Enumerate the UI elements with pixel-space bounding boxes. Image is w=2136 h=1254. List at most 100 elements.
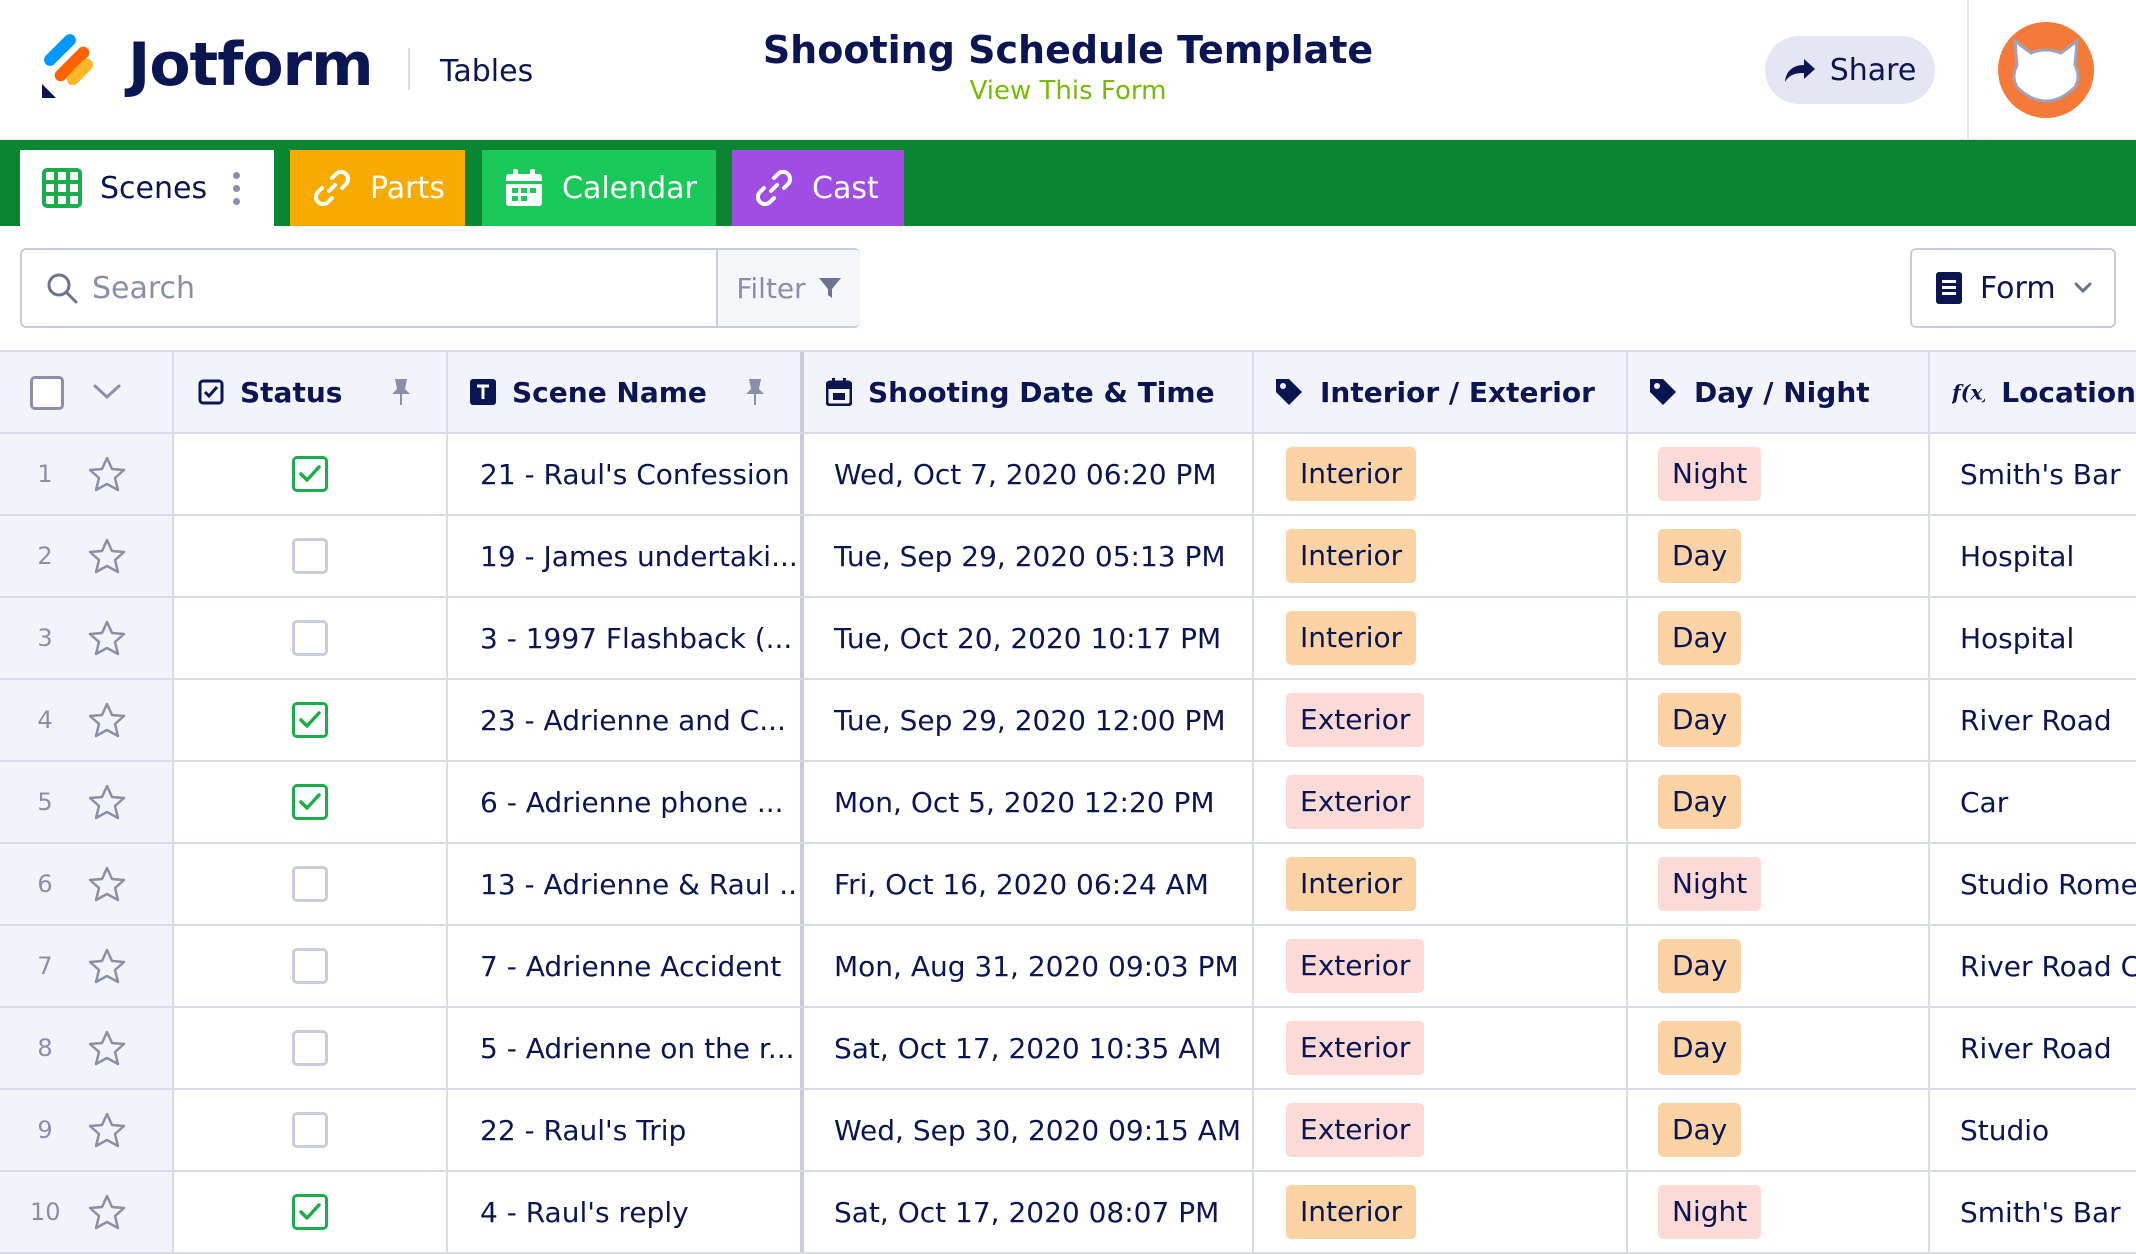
tab-cast[interactable]: Cast <box>732 150 904 226</box>
table-row[interactable]: 9 22 - Raul's Trip Wed, Sep 30, 2020 09:… <box>0 1090 2136 1172</box>
status-checkbox[interactable] <box>292 538 328 574</box>
table-row[interactable]: 10 4 - Raul's reply Sat, Oct 17, 2020 08… <box>0 1172 2136 1254</box>
location-cell[interactable]: Studio Rome <box>1930 844 2136 924</box>
status-checkbox[interactable] <box>292 1030 328 1066</box>
column-header-interior-exterior[interactable]: Interior / Exterior <box>1254 352 1628 432</box>
location-cell[interactable]: Studio <box>1930 1090 2136 1170</box>
scene-name-cell[interactable]: 21 - Raul's Confession <box>448 434 804 514</box>
location-cell[interactable]: River Road Cc <box>1930 926 2136 1006</box>
shooting-date-cell[interactable]: Sat, Oct 17, 2020 10:35 AM <box>804 1008 1254 1088</box>
day-night-cell[interactable]: Night <box>1628 1172 1930 1252</box>
filter-button[interactable]: Filter <box>716 250 860 326</box>
search-input[interactable] <box>92 252 722 324</box>
brand-name[interactable]: Jotform <box>128 30 374 100</box>
day-night-cell[interactable]: Day <box>1628 1008 1930 1088</box>
shooting-date-cell[interactable]: Mon, Oct 5, 2020 12:20 PM <box>804 762 1254 842</box>
status-checkbox[interactable] <box>292 1194 328 1230</box>
day-night-cell[interactable]: Day <box>1628 762 1930 842</box>
share-button[interactable]: Share <box>1765 36 1935 104</box>
scene-name-cell[interactable]: 19 - James undertaki... <box>448 516 804 596</box>
tab-options-icon[interactable] <box>233 171 241 205</box>
table-row[interactable]: 3 3 - 1997 Flashback (... Tue, Oct 20, 2… <box>0 598 2136 680</box>
interior-exterior-cell[interactable]: Interior <box>1254 516 1628 596</box>
day-night-cell[interactable]: Day <box>1628 680 1930 760</box>
form-view-button[interactable]: Form <box>1910 248 2116 328</box>
day-night-cell[interactable]: Day <box>1628 598 1930 678</box>
interior-exterior-cell[interactable]: Exterior <box>1254 1090 1628 1170</box>
table-row[interactable]: 8 5 - Adrienne on the r... Sat, Oct 17, … <box>0 1008 2136 1090</box>
shooting-date-cell[interactable]: Tue, Sep 29, 2020 12:00 PM <box>804 680 1254 760</box>
pin-icon[interactable] <box>390 378 412 406</box>
interior-exterior-cell[interactable]: Exterior <box>1254 1008 1628 1088</box>
location-cell[interactable]: Hospital <box>1930 598 2136 678</box>
select-all-checkbox[interactable] <box>30 376 64 410</box>
day-night-cell[interactable]: Night <box>1628 844 1930 924</box>
chevron-down-icon[interactable] <box>92 382 122 402</box>
shooting-date-cell[interactable]: Wed, Sep 30, 2020 09:15 AM <box>804 1090 1254 1170</box>
shooting-date-cell[interactable]: Mon, Aug 31, 2020 09:03 PM <box>804 926 1254 1006</box>
location-cell[interactable]: Hospital <box>1930 516 2136 596</box>
star-icon[interactable] <box>88 866 126 902</box>
status-checkbox[interactable] <box>292 620 328 656</box>
scene-name-cell[interactable]: 22 - Raul's Trip <box>448 1090 804 1170</box>
table-row[interactable]: 5 6 - Adrienne phone ... Mon, Oct 5, 202… <box>0 762 2136 844</box>
star-icon[interactable] <box>88 538 126 574</box>
star-icon[interactable] <box>88 1194 126 1230</box>
interior-exterior-cell[interactable]: Exterior <box>1254 680 1628 760</box>
table-row[interactable]: 2 19 - James undertaki... Tue, Sep 29, 2… <box>0 516 2136 598</box>
scene-name-cell[interactable]: 5 - Adrienne on the r... <box>448 1008 804 1088</box>
column-header-day-night[interactable]: Day / Night <box>1628 352 1930 432</box>
star-icon[interactable] <box>88 1030 126 1066</box>
tab-calendar[interactable]: Calendar <box>482 150 716 226</box>
scene-name-cell[interactable]: 7 - Adrienne Accident <box>448 926 804 1006</box>
location-cell[interactable]: River Road <box>1930 680 2136 760</box>
view-form-link[interactable]: View This Form <box>968 76 1168 106</box>
table-row[interactable]: 4 23 - Adrienne and C... Tue, Sep 29, 20… <box>0 680 2136 762</box>
day-night-cell[interactable]: Day <box>1628 926 1930 1006</box>
interior-exterior-cell[interactable]: Exterior <box>1254 762 1628 842</box>
tab-parts[interactable]: Parts <box>290 150 465 226</box>
scene-name-cell[interactable]: 4 - Raul's reply <box>448 1172 804 1252</box>
interior-exterior-cell[interactable]: Interior <box>1254 434 1628 514</box>
star-icon[interactable] <box>88 948 126 984</box>
interior-exterior-cell[interactable]: Exterior <box>1254 926 1628 1006</box>
star-icon[interactable] <box>88 456 126 492</box>
shooting-date-cell[interactable]: Sat, Oct 17, 2020 08:07 PM <box>804 1172 1254 1252</box>
status-checkbox[interactable] <box>292 948 328 984</box>
table-row[interactable]: 6 13 - Adrienne & Raul ... Fri, Oct 16, … <box>0 844 2136 926</box>
day-night-cell[interactable]: Night <box>1628 434 1930 514</box>
scene-name-cell[interactable]: 23 - Adrienne and C... <box>448 680 804 760</box>
scene-name-cell[interactable]: 13 - Adrienne & Raul ... <box>448 844 804 924</box>
location-cell[interactable]: River Road <box>1930 1008 2136 1088</box>
location-cell[interactable]: Car <box>1930 762 2136 842</box>
status-checkbox[interactable] <box>292 456 328 492</box>
app-name[interactable]: Tables <box>440 54 533 89</box>
shooting-date-cell[interactable]: Wed, Oct 7, 2020 06:20 PM <box>804 434 1254 514</box>
day-night-cell[interactable]: Day <box>1628 516 1930 596</box>
status-checkbox[interactable] <box>292 702 328 738</box>
avatar[interactable] <box>1998 22 2094 118</box>
shooting-date-cell[interactable]: Tue, Oct 20, 2020 10:17 PM <box>804 598 1254 678</box>
pin-icon[interactable] <box>744 378 766 406</box>
star-icon[interactable] <box>88 702 126 738</box>
tab-scenes[interactable]: Scenes <box>20 150 274 226</box>
status-checkbox[interactable] <box>292 1112 328 1148</box>
jotform-logo-icon[interactable] <box>40 34 100 98</box>
status-checkbox[interactable] <box>292 784 328 820</box>
scene-name-cell[interactable]: 3 - 1997 Flashback (... <box>448 598 804 678</box>
shooting-date-cell[interactable]: Fri, Oct 16, 2020 06:24 AM <box>804 844 1254 924</box>
column-header-status[interactable]: Status <box>174 352 448 432</box>
column-header-scene-name[interactable]: Scene Name <box>448 352 804 432</box>
interior-exterior-cell[interactable]: Interior <box>1254 844 1628 924</box>
day-night-cell[interactable]: Day <box>1628 1090 1930 1170</box>
table-row[interactable]: 7 7 - Adrienne Accident Mon, Aug 31, 202… <box>0 926 2136 1008</box>
status-checkbox[interactable] <box>292 866 328 902</box>
scene-name-cell[interactable]: 6 - Adrienne phone ... <box>448 762 804 842</box>
column-header-shooting-date[interactable]: Shooting Date & Time <box>804 352 1254 432</box>
interior-exterior-cell[interactable]: Interior <box>1254 1172 1628 1252</box>
shooting-date-cell[interactable]: Tue, Sep 29, 2020 05:13 PM <box>804 516 1254 596</box>
star-icon[interactable] <box>88 1112 126 1148</box>
location-cell[interactable]: Smith's Bar <box>1930 1172 2136 1252</box>
star-icon[interactable] <box>88 620 126 656</box>
star-icon[interactable] <box>88 784 126 820</box>
